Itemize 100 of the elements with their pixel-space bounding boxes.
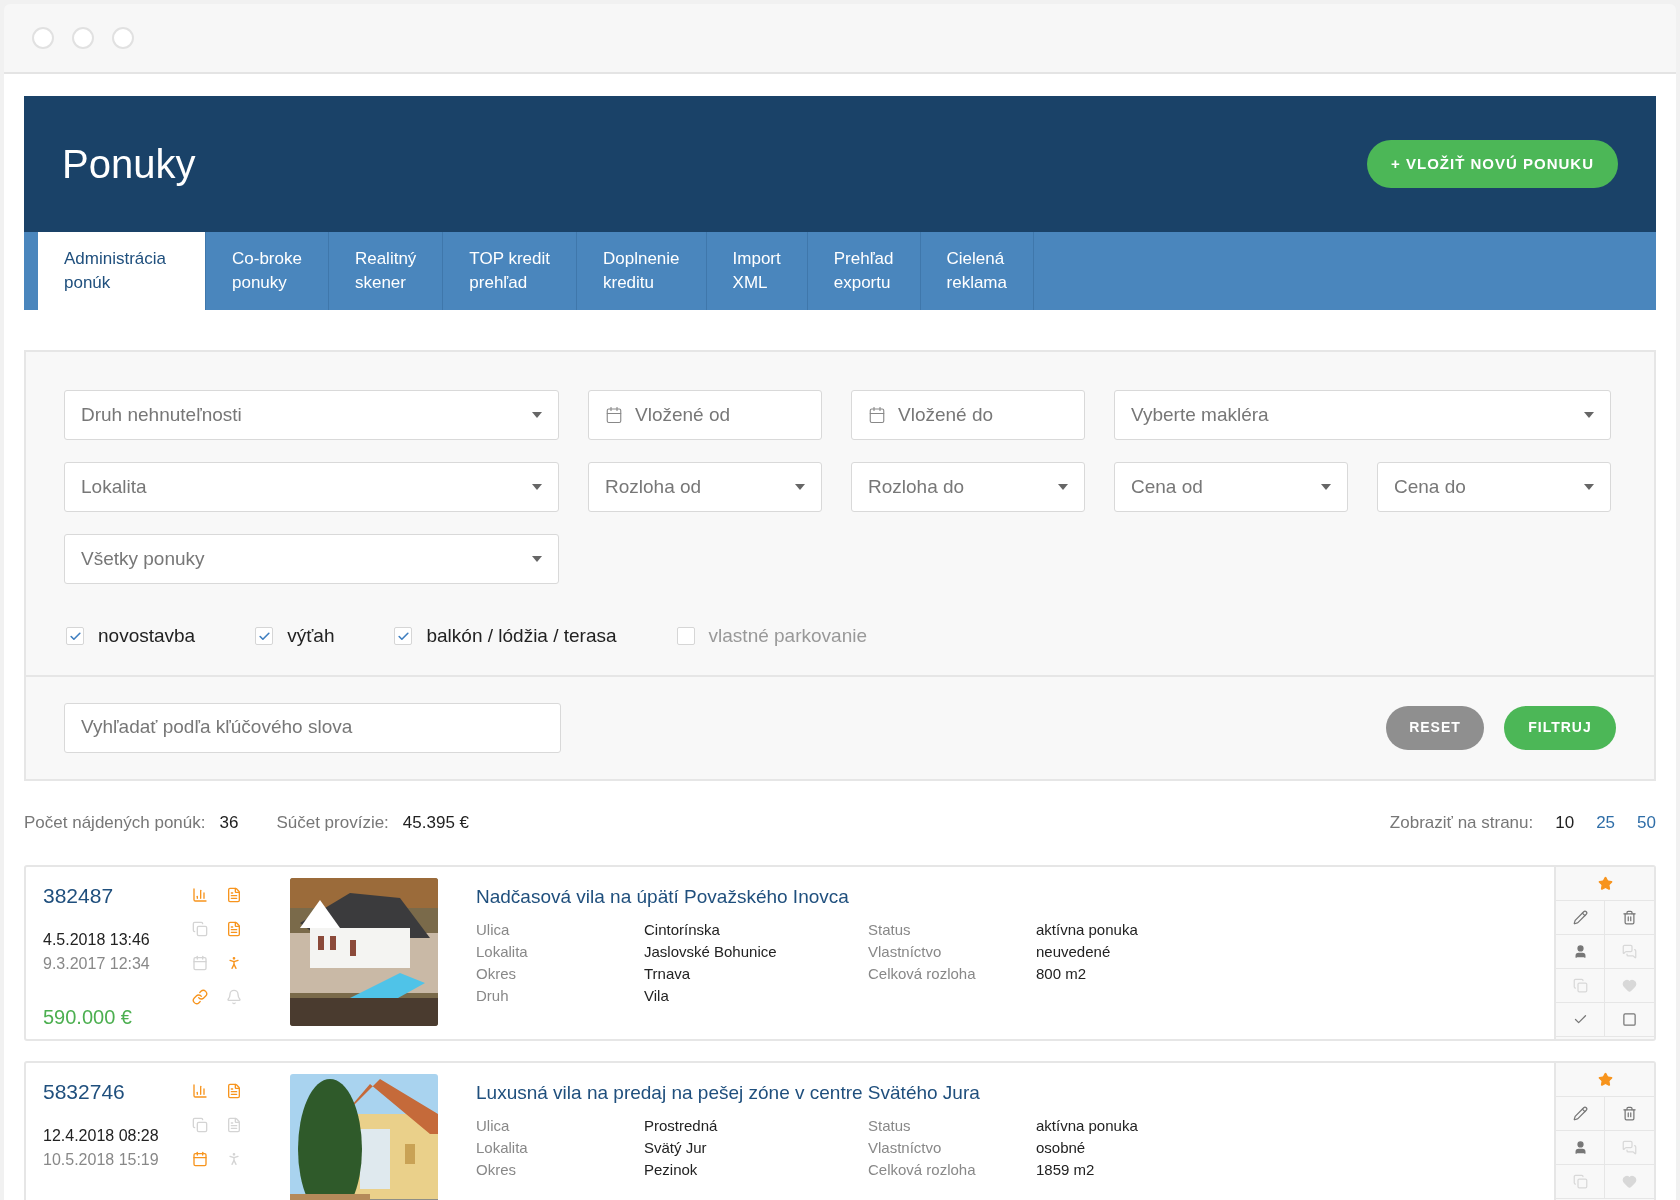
field-placeholder: Vyhľadať podľa kľúčového slova — [81, 715, 353, 740]
keyword-search-field[interactable]: Vyhľadať podľa kľúčového slova — [64, 702, 561, 753]
detail-value: aktívna ponuka — [1036, 1116, 1139, 1136]
tab[interactable]: Import XML — [706, 232, 808, 310]
detail-label: Vlastníctvo — [868, 1138, 943, 1158]
pencil-action-button[interactable] — [1556, 1096, 1605, 1131]
per-page-label: Zobraziť na stranu: — [1389, 811, 1534, 834]
detail-label: Lokalita — [476, 942, 529, 962]
add-offer-button[interactable]: + VLOŽIŤ NOVÚ PONUKU — [1367, 140, 1618, 188]
tab[interactable]: Administrácia ponúk — [38, 232, 206, 310]
detail-value: osobné — [1036, 1138, 1087, 1158]
dropdown-field[interactable]: Všetky ponuky — [64, 534, 559, 584]
tab[interactable]: Doplnenie kreditu — [577, 232, 707, 310]
field-placeholder: Vložené od — [635, 402, 731, 427]
created-date: 10.5.2018 15:19 — [43, 1149, 160, 1170]
checkmark-icon — [68, 629, 82, 643]
detail-value: Jaslovské Bohunice — [644, 942, 778, 962]
chart-icon[interactable] — [192, 886, 208, 903]
tab[interactable]: TOP kredit prehľad — [443, 232, 577, 310]
created-date: 9.3.2017 12:34 — [43, 953, 151, 974]
document-icon[interactable] — [226, 920, 242, 937]
checkmark-icon — [257, 629, 271, 643]
person-icon[interactable] — [226, 1150, 242, 1167]
field-placeholder: Všetky ponuky — [81, 546, 205, 571]
detail-value: neuvedené — [1036, 942, 1112, 962]
dropdown-field[interactable]: Vyberte makléra — [1114, 390, 1611, 440]
bell-icon[interactable] — [226, 988, 242, 1005]
dropdown-field[interactable]: Rozloha do — [851, 462, 1085, 512]
listing-title-link[interactable]: Nadčasová vila na úpätí Považského Inovca — [476, 882, 1554, 911]
detail-value: 800 m2 — [1036, 964, 1088, 984]
per-page-option[interactable]: 25 — [1596, 809, 1616, 836]
dropdown-caret-icon — [1058, 484, 1068, 490]
commission-label: Súčet provízie: — [276, 811, 389, 834]
pencil-action-button[interactable] — [1556, 900, 1605, 935]
detail-label: Celková rozloha — [868, 1160, 977, 1180]
field-placeholder: Rozloha od — [605, 474, 702, 499]
listing-id-link[interactable]: 382487 — [43, 884, 170, 906]
document-icon[interactable] — [226, 886, 242, 903]
tab[interactable]: Co-broke ponuky — [206, 232, 329, 310]
check-action-button[interactable] — [1556, 1002, 1605, 1037]
count-value: 36 — [219, 811, 239, 834]
dropdown-field[interactable]: Lokalita — [64, 462, 559, 512]
page-title: Ponuky — [62, 141, 196, 188]
date-field[interactable]: Vložené do — [851, 390, 1085, 440]
detail-label: Status — [868, 1116, 912, 1136]
copy-icon[interactable] — [192, 1116, 208, 1133]
updated-date: 4.5.2018 13:46 — [43, 929, 151, 950]
dropdown-caret-icon — [532, 484, 542, 490]
detail-label: Vlastníctvo — [868, 942, 943, 962]
field-placeholder: Lokalita — [81, 474, 147, 499]
document-icon[interactable] — [226, 1082, 242, 1099]
filter-button[interactable]: FILTRUJ — [1504, 705, 1616, 750]
field-placeholder: Rozloha do — [868, 474, 965, 499]
date-field[interactable]: Vložené od — [588, 390, 822, 440]
tab[interactable]: Realitný skener — [328, 232, 444, 310]
listing-id-link[interactable]: 5832746 — [43, 1080, 170, 1102]
per-page-option[interactable]: 50 — [1637, 809, 1656, 836]
dropdown-caret-icon — [532, 556, 542, 562]
detail-label: Lokalita — [476, 1138, 529, 1158]
field-placeholder: Cena od — [1131, 474, 1203, 499]
reset-button[interactable]: RESET — [1386, 705, 1484, 750]
checkbox-label: vlastné parkovanie — [708, 624, 867, 648]
dropdown-caret-icon — [532, 412, 542, 418]
calendar-icon[interactable] — [192, 954, 208, 971]
user-action-button[interactable] — [1556, 1130, 1605, 1165]
commission-value: 45.395 € — [402, 811, 470, 834]
chart-icon[interactable] — [192, 1082, 208, 1099]
listing-price: 590.000 € — [43, 1004, 133, 1030]
field-placeholder: Vyberte makléra — [1131, 402, 1269, 427]
calendar-icon[interactable] — [192, 1150, 208, 1167]
checkbox[interactable] — [66, 627, 84, 646]
checkbox[interactable] — [255, 627, 274, 646]
dropdown-field[interactable]: Druh nehnuteľnosti — [64, 390, 559, 440]
detail-value: Prostredná — [644, 1116, 719, 1136]
detail-label: Okres — [476, 1160, 517, 1180]
link-icon[interactable] — [192, 988, 208, 1005]
detail-label: Okres — [476, 964, 517, 984]
listing-title-link[interactable]: Luxusná vila na predaj na pešej zóne v centre Svätého Jura — [476, 1078, 1554, 1107]
detail-label: Celková rozloha — [868, 964, 977, 984]
per-page-option[interactable]: 10 — [1555, 809, 1575, 836]
detail-value: Trnava — [644, 964, 692, 984]
checkbox-label: novostavba — [98, 624, 196, 648]
checkbox[interactable] — [394, 627, 413, 646]
checkbox[interactable] — [676, 627, 695, 646]
field-placeholder: Cena do — [1394, 474, 1466, 499]
detail-value: Svätý Jur — [644, 1138, 708, 1158]
tab[interactable]: Prehľad exportu — [807, 232, 921, 310]
checkbox-label: balkón / lódžia / terasa — [426, 624, 617, 648]
document-icon[interactable] — [226, 1116, 242, 1133]
detail-value: Cintorínska — [644, 920, 721, 940]
field-placeholder: Vložené do — [898, 402, 994, 427]
copy-icon[interactable] — [192, 920, 208, 937]
dropdown-caret-icon — [1321, 484, 1331, 490]
dropdown-field[interactable]: Cena od — [1114, 462, 1348, 512]
dropdown-field[interactable]: Rozloha od — [588, 462, 822, 512]
tab[interactable]: Cielená reklama — [920, 232, 1034, 310]
person-icon[interactable] — [226, 954, 242, 971]
user-action-button[interactable] — [1556, 934, 1605, 969]
detail-value: Vila — [644, 986, 670, 1006]
dropdown-field[interactable]: Cena do — [1377, 462, 1611, 512]
